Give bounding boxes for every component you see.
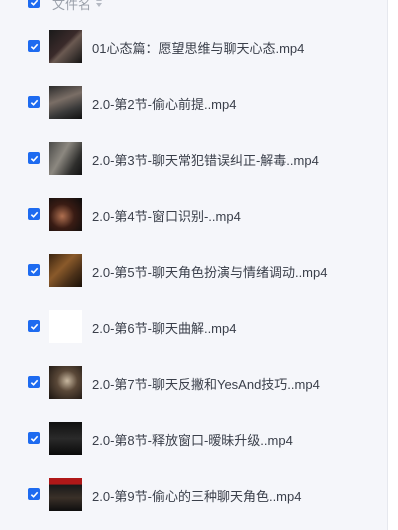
video-thumbnail bbox=[49, 30, 82, 63]
file-row-2[interactable]: 2.0-第2节-偷心前提..mp4 bbox=[0, 74, 387, 130]
row-checkbox[interactable] bbox=[28, 432, 40, 444]
file-name[interactable]: 2.0-第3节-聊天常犯错误纠正-解毒..mp4 bbox=[92, 150, 319, 169]
row-checkbox[interactable] bbox=[28, 96, 40, 108]
name-column-header[interactable]: 文件名 bbox=[52, 0, 91, 13]
video-thumbnail bbox=[49, 254, 82, 287]
file-name[interactable]: 2.0-第2节-偷心前提..mp4 bbox=[92, 94, 236, 113]
scrollbar[interactable] bbox=[387, 0, 398, 530]
file-list-panel: 文件名 01心态篇：愿望思维与聊天心态.mp4 2.0-第2节-偷心前提..mp… bbox=[0, 0, 387, 530]
row-checkbox[interactable] bbox=[28, 320, 40, 332]
row-checkbox[interactable] bbox=[28, 376, 40, 388]
file-row-5[interactable]: 2.0-第5节-聊天角色扮演与情绪调动..mp4 bbox=[0, 242, 387, 298]
file-row-8[interactable]: 2.0-第8节-释放窗口-暧昧升级..mp4 bbox=[0, 410, 387, 466]
file-name[interactable]: 2.0-第5节-聊天角色扮演与情绪调动..mp4 bbox=[92, 262, 327, 281]
file-row-6[interactable]: 2.0-第6节-聊天曲解..mp4 bbox=[0, 298, 387, 354]
row-checkbox[interactable] bbox=[28, 264, 40, 276]
file-name[interactable]: 2.0-第7节-聊天反撇和YesAnd技巧..mp4 bbox=[92, 374, 320, 393]
row-checkbox[interactable] bbox=[28, 40, 40, 52]
blank-thumbnail bbox=[49, 310, 82, 343]
file-list: 01心态篇：愿望思维与聊天心态.mp4 2.0-第2节-偷心前提..mp4 2.… bbox=[0, 18, 387, 522]
sort-icon[interactable] bbox=[95, 0, 103, 8]
row-checkbox[interactable] bbox=[28, 488, 40, 500]
file-name[interactable]: 2.0-第9节-偷心的三种聊天角色..mp4 bbox=[92, 486, 301, 505]
video-thumbnail bbox=[49, 142, 82, 175]
file-name[interactable]: 2.0-第8节-释放窗口-暧昧升级..mp4 bbox=[92, 430, 293, 449]
file-row-1[interactable]: 01心态篇：愿望思维与聊天心态.mp4 bbox=[0, 18, 387, 74]
video-thumbnail bbox=[49, 478, 82, 511]
list-header: 文件名 bbox=[0, 0, 387, 12]
file-row-7[interactable]: 2.0-第7节-聊天反撇和YesAnd技巧..mp4 bbox=[0, 354, 387, 410]
video-thumbnail bbox=[49, 422, 82, 455]
video-thumbnail bbox=[49, 86, 82, 119]
video-thumbnail bbox=[49, 198, 82, 231]
file-row-4[interactable]: 2.0-第4节-窗口识别-..mp4 bbox=[0, 186, 387, 242]
row-checkbox[interactable] bbox=[28, 152, 40, 164]
row-checkbox[interactable] bbox=[28, 208, 40, 220]
file-name[interactable]: 2.0-第4节-窗口识别-..mp4 bbox=[92, 206, 241, 225]
video-thumbnail bbox=[49, 366, 82, 399]
file-name[interactable]: 01心态篇：愿望思维与聊天心态.mp4 bbox=[92, 38, 304, 57]
file-row-3[interactable]: 2.0-第3节-聊天常犯错误纠正-解毒..mp4 bbox=[0, 130, 387, 186]
file-row-9[interactable]: 2.0-第9节-偷心的三种聊天角色..mp4 bbox=[0, 466, 387, 522]
select-all-checkbox[interactable] bbox=[28, 0, 40, 8]
file-name[interactable]: 2.0-第6节-聊天曲解..mp4 bbox=[92, 318, 236, 337]
